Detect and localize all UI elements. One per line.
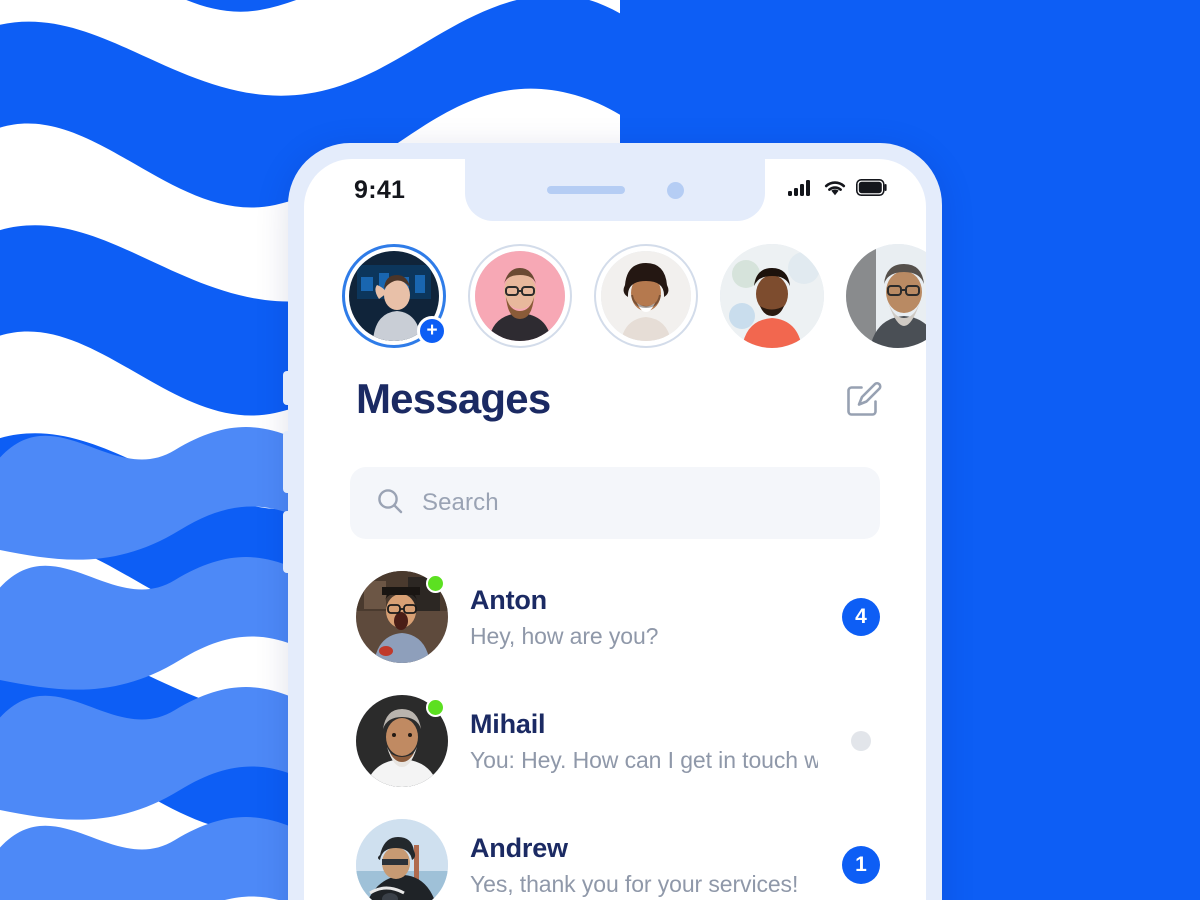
table-row[interactable]: Anton Hey, how are you? 4	[356, 555, 882, 679]
message-preview: You: Hey. How can I get in touch with...	[470, 746, 818, 773]
poster-canvas: 9:41 + Messages Search Anton Hey, how ar…	[0, 0, 1200, 900]
story-3[interactable]	[594, 244, 698, 348]
story-avatar	[720, 244, 824, 348]
conversation-text: Mihail You: Hey. How can I get in touch …	[470, 709, 818, 774]
row-meta	[840, 731, 882, 751]
status-badge: 1	[842, 846, 880, 884]
add-story-button[interactable]: +	[417, 316, 447, 346]
table-row[interactable]: Andrew Yes, thank you for your services!…	[356, 803, 882, 900]
page-title: Messages	[356, 375, 551, 422]
contact-name: Andrew	[470, 832, 568, 863]
status-bar-time: 9:41	[354, 175, 406, 204]
story-my-status[interactable]: +	[342, 244, 447, 348]
online-status-dot	[426, 574, 445, 593]
phone-mockup: 9:41 + Messages Search Anton Hey, how ar…	[283, 143, 942, 900]
story-avatar	[601, 251, 691, 341]
online-status-dot	[426, 698, 445, 717]
row-meta: 1	[840, 846, 882, 884]
wifi-icon	[823, 179, 847, 202]
status-bar: 9:41	[304, 159, 926, 221]
avatar	[356, 571, 448, 663]
conversation-text: Andrew Yes, thank you for your services!	[470, 833, 818, 898]
search-icon	[376, 487, 404, 520]
read-indicator-dot	[851, 731, 871, 751]
avatar	[356, 695, 448, 787]
phone-screen: 9:41 + Messages Search Anton Hey, how ar…	[304, 159, 926, 900]
conversation-list: Anton Hey, how are you? 4 Mihail You: He…	[304, 555, 926, 900]
search-input[interactable]: Search	[422, 489, 499, 517]
header-row: Messages	[304, 375, 926, 423]
status-bar-icons	[788, 179, 888, 202]
row-meta: 4	[840, 598, 882, 636]
background-waves-right	[0, 0, 330, 900]
story-4[interactable]	[720, 244, 824, 348]
battery-icon	[856, 179, 888, 201]
phone-side-button-volume-down	[283, 511, 289, 573]
contact-name: Mihail	[470, 708, 546, 739]
cellular-signal-icon	[788, 179, 814, 202]
story-2[interactable]	[468, 244, 572, 348]
message-preview: Yes, thank you for your services!	[470, 870, 799, 897]
stories-row[interactable]: +	[304, 221, 926, 371]
story-avatar	[475, 251, 565, 341]
story-avatar	[846, 244, 926, 348]
story-5[interactable]	[846, 244, 926, 348]
conversation-text: Anton Hey, how are you?	[470, 585, 818, 650]
contact-name: Anton	[470, 584, 547, 615]
phone-side-button-mute	[283, 371, 289, 405]
status-badge: 4	[842, 598, 880, 636]
phone-side-button-volume-up	[283, 431, 289, 493]
avatar-photo	[356, 819, 448, 900]
table-row[interactable]: Mihail You: Hey. How can I get in touch …	[356, 679, 882, 803]
avatar	[356, 819, 448, 900]
message-preview: Hey, how are you?	[470, 622, 659, 649]
search-bar[interactable]: Search	[350, 467, 880, 539]
compose-edit-icon[interactable]	[844, 379, 884, 419]
